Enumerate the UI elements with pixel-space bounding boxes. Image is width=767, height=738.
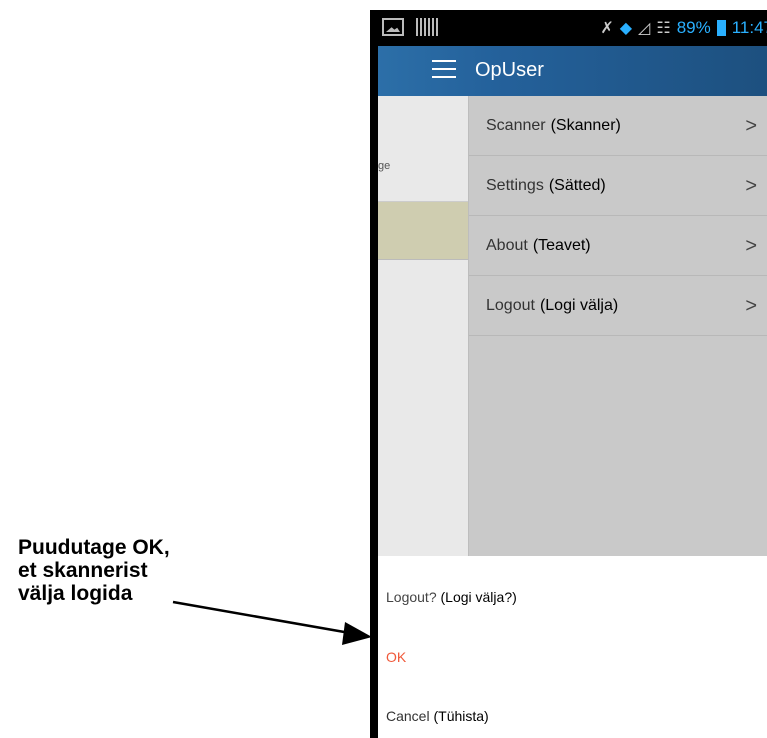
menu-item-translation: (Teavet) bbox=[532, 236, 591, 254]
dialog-title: Logout? (Logi välja?) bbox=[386, 589, 517, 605]
menu-item-settings[interactable]: Settings (Sätted) > bbox=[469, 156, 767, 216]
menu-item-scanner[interactable]: Scanner (Skanner) > bbox=[469, 96, 767, 156]
mute-icon: ✗ bbox=[600, 20, 614, 37]
callout-line-2: et skannerist bbox=[18, 559, 148, 582]
menu-item-logout[interactable]: Logout (Logi välja) > bbox=[469, 276, 767, 336]
menu-item-label: Settings bbox=[486, 176, 544, 194]
battery-icon bbox=[716, 20, 726, 36]
barcode-notification-icon bbox=[416, 18, 438, 36]
battery-percent: 89% bbox=[676, 18, 711, 37]
cancel-translation: (Tühista) bbox=[433, 708, 489, 724]
wifi-icon: ◆ bbox=[619, 20, 633, 37]
dialog-title-translation: (Logi välja?) bbox=[440, 589, 517, 605]
menu-item-translation: (Logi välja) bbox=[539, 296, 619, 314]
signal-icon: ◿ bbox=[638, 20, 651, 37]
menu-item-label: Scanner bbox=[486, 116, 546, 134]
chevron-right-icon: > bbox=[745, 175, 757, 197]
menu-item-label: About bbox=[486, 236, 528, 254]
status-bar: ✗ ◆ ◿ ☷ 89% 11:47 bbox=[378, 10, 767, 46]
instruction-callout: Puudutage OK, et skannerist välja logida bbox=[18, 536, 248, 605]
chevron-right-icon: > bbox=[745, 295, 757, 317]
app-toolbar: OpUser bbox=[378, 46, 767, 96]
menu-item-about[interactable]: About (Teavet) > bbox=[469, 216, 767, 276]
dialog-title-text: Logout? bbox=[386, 589, 437, 605]
network-icon: ☷ bbox=[656, 20, 671, 37]
logout-dialog: Logout? (Logi välja?) OK Cancel (Tühista… bbox=[378, 556, 767, 738]
cancel-label: Cancel bbox=[386, 708, 430, 724]
menu-item-translation: (Skanner) bbox=[550, 116, 621, 134]
cancel-button[interactable]: Cancel (Tühista) bbox=[386, 708, 489, 724]
chevron-right-icon: > bbox=[745, 115, 757, 137]
background-selected-row bbox=[378, 202, 468, 260]
callout-line-3: välja logida bbox=[18, 582, 133, 605]
menu-item-label: Logout bbox=[486, 296, 535, 314]
menu-item-translation: (Sätted) bbox=[548, 176, 606, 194]
ok-button[interactable]: OK bbox=[386, 649, 406, 665]
hamburger-menu-icon[interactable] bbox=[432, 60, 456, 80]
clock: 11:47 bbox=[731, 18, 767, 37]
navigation-drawer: Scanner (Skanner) > Settings (Sätted) > … bbox=[468, 96, 767, 566]
chevron-right-icon: > bbox=[745, 235, 757, 257]
app-title: OpUser bbox=[475, 59, 544, 81]
callout-line-1: Puudutage OK, bbox=[18, 536, 170, 559]
background-partial-text: ge bbox=[378, 160, 391, 172]
phone-screen: ✗ ◆ ◿ ☷ 89% 11:47 OpUser ge Scanner bbox=[378, 10, 767, 738]
background-row: ge bbox=[378, 96, 468, 202]
background-content: ge bbox=[378, 96, 468, 566]
screenshot-notification-icon bbox=[382, 18, 404, 36]
phone-frame: ✗ ◆ ◿ ☷ 89% 11:47 OpUser ge Scanner bbox=[370, 10, 767, 738]
